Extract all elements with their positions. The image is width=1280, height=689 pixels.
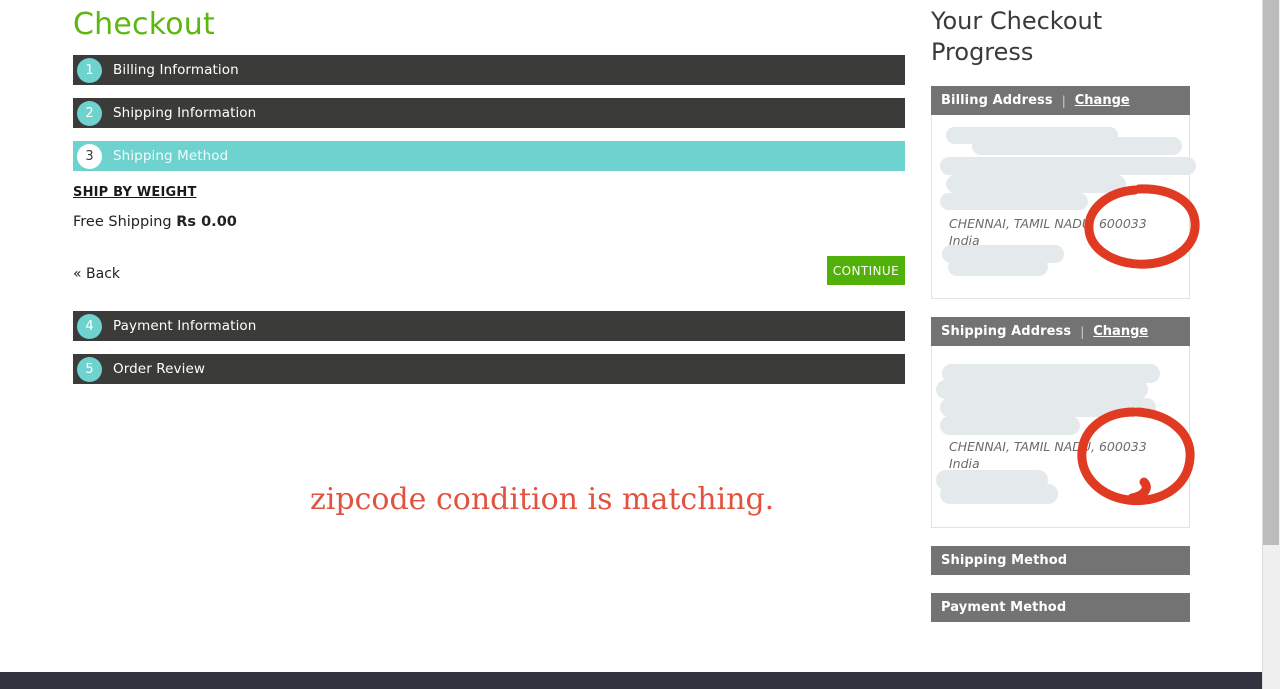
checkout-step-shipping-information[interactable]: 2 Shipping Information [73,98,905,128]
redaction-blob [940,157,1196,175]
step-number-badge: 3 [77,143,102,169]
redaction-blob [948,258,1048,276]
redaction-blob [936,380,1148,399]
redaction-blob [942,364,1160,383]
sidebar-block-heading: Payment Method [941,600,1067,615]
checkout-step-shipping-method[interactable]: 3 Shipping Method [73,141,905,171]
shipping-method-group-title: SHIP BY WEIGHT [73,185,197,200]
sidebar-block-shipping-address: Shipping Address | Change CHENNAI, TAMIL… [931,317,1195,528]
redaction-blob [946,127,1118,144]
shipping-address-body: CHENNAI, TAMIL NADU, 600033 India [931,346,1195,528]
vertical-scrollbar-thumb[interactable] [1263,0,1279,545]
shipping-method-actions: « Back CONTINUE [73,256,905,298]
step-number-badge: 4 [77,313,102,339]
step-number-badge: 2 [77,100,102,126]
sidebar-block-shipping-method[interactable]: Shipping Method [931,546,1190,575]
continue-button[interactable]: CONTINUE [827,256,905,285]
change-billing-address-link[interactable]: Change [1075,93,1130,108]
shipping-address-country: India [949,456,980,471]
checkout-step-billing-information[interactable]: 1 Billing Information [73,55,905,85]
redaction-blob [936,470,1048,490]
redaction-blob [940,398,1156,417]
sidebar-block-payment-method[interactable]: Payment Method [931,593,1190,622]
annotation-note-text: zipcode condition is matching. [310,482,775,517]
step-number-badge: 1 [77,57,102,83]
shipping-method-option-price: Rs 0.00 [176,214,237,230]
header-separator: | [1061,93,1066,108]
step-label: Payment Information [113,318,257,334]
page-title: Checkout [73,7,215,42]
vertical-scrollbar-track[interactable] [1262,0,1280,689]
sidebar-title: Your Checkout Progress [931,7,1103,66]
checkout-progress-sidebar: Your Checkout Progress Billing Address |… [931,0,1200,622]
step-label: Shipping Information [113,105,257,121]
redaction-blob [946,175,1126,193]
sidebar-block-heading: Billing Address [941,93,1053,108]
step-label: Order Review [113,361,206,377]
checkout-main-column: Checkout 1 Billing Information 2 Shippin… [73,0,905,384]
billing-address-body: CHENNAI, TAMIL NADU, 600033 India [931,115,1200,299]
header-separator: | [1080,324,1085,339]
page-canvas: Checkout 1 Billing Information 2 Shippin… [0,0,1262,689]
sidebar-block-header: Shipping Method [931,546,1190,575]
footer-bar [0,672,1262,689]
redaction-blob [940,484,1058,504]
shipping-address-city-state-zip: CHENNAI, TAMIL NADU, 600033 [949,439,1147,454]
redaction-blob [940,416,1080,435]
step-label: Shipping Method [113,148,229,164]
sidebar-block-header: Billing Address | Change [931,86,1190,115]
redaction-blob [972,137,1182,155]
sidebar-block-header: Shipping Address | Change [931,317,1190,346]
billing-address-city-state-zip: CHENNAI, TAMIL NADU, 600033 [949,216,1147,231]
sidebar-block-heading: Shipping Method [941,553,1068,568]
shipping-method-option[interactable]: Free Shipping Rs 0.00 [73,214,905,230]
shipping-method-panel: SHIP BY WEIGHT Free Shipping Rs 0.00 « B… [73,171,905,298]
step-number-badge: 5 [77,356,102,382]
sidebar-block-heading: Shipping Address [941,324,1072,339]
step-label: Billing Information [113,62,239,78]
billing-address-country: India [949,233,980,248]
redaction-blob [940,193,1088,210]
shipping-method-option-label: Free Shipping [73,214,172,230]
back-link[interactable]: « Back [73,266,120,282]
sidebar-block-header: Payment Method [931,593,1190,622]
checkout-step-order-review[interactable]: 5 Order Review [73,354,905,384]
change-shipping-address-link[interactable]: Change [1093,324,1148,339]
checkout-step-payment-information[interactable]: 4 Payment Information [73,311,905,341]
sidebar-block-billing-address: Billing Address | Change CHENNAI, TAMIL … [931,86,1200,299]
